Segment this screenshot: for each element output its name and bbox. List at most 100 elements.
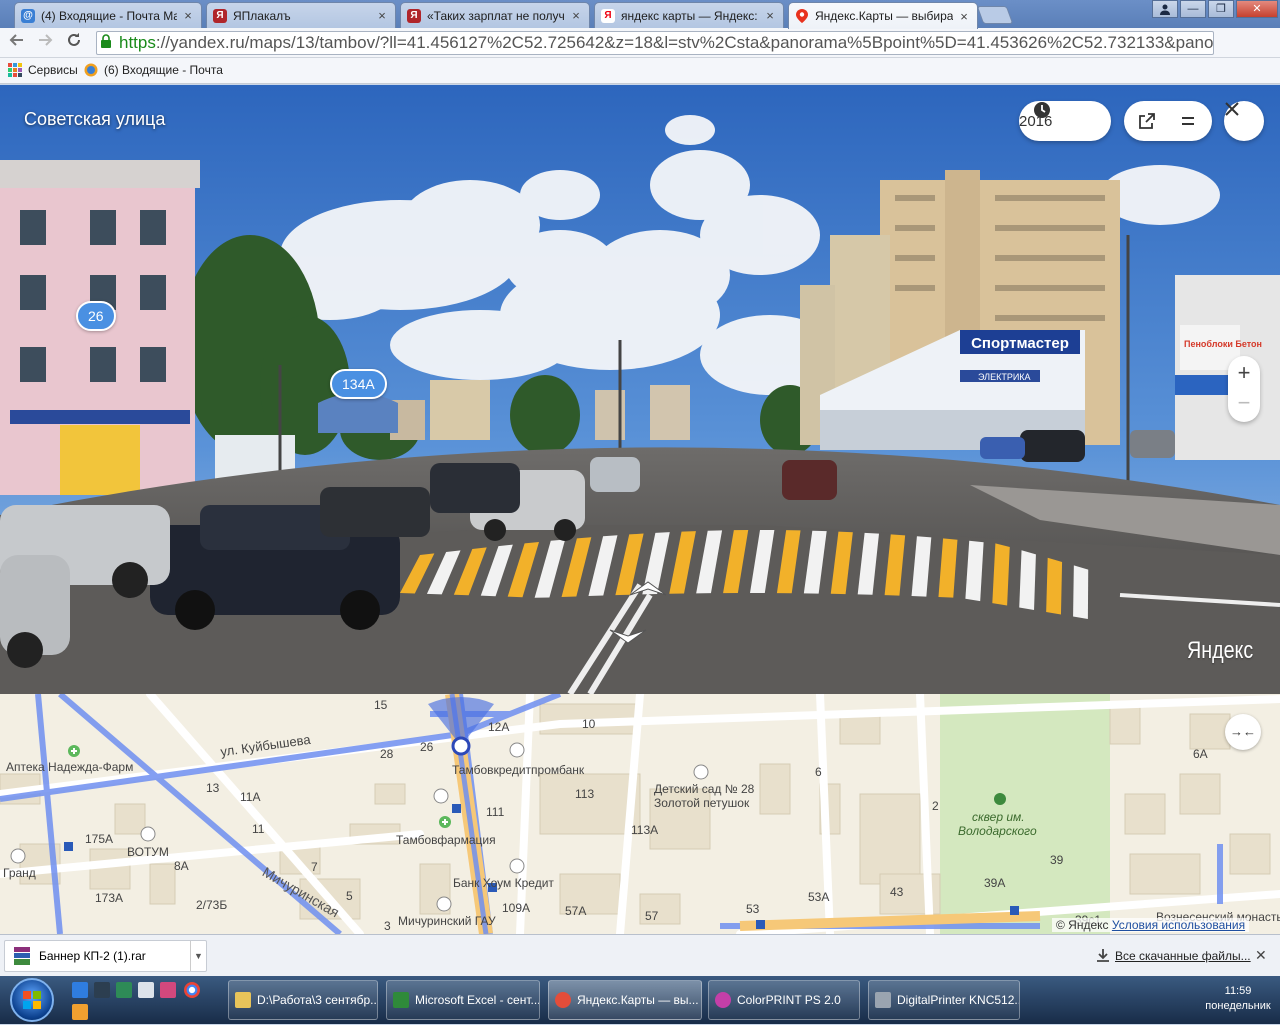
show-all-downloads-link[interactable]: Все скачанные файлы...	[1115, 949, 1251, 963]
tab-mail[interactable]: @ (4) Входящие - Почта Mail.Ru ×	[14, 2, 202, 28]
address-bar[interactable]: https://yandex.ru/maps/13/tambov/?ll=41.…	[96, 31, 1214, 55]
clock-icon	[1034, 102, 1050, 118]
system-clock[interactable]: 11:59 понедельник	[1200, 984, 1276, 1014]
collapse-map-button[interactable]: →←	[1225, 714, 1261, 750]
ie-icon[interactable]	[72, 982, 88, 998]
close-icon[interactable]: ×	[569, 8, 583, 23]
browser-tabstrip: @ (4) Входящие - Почта Mail.Ru × Я ЯПлак…	[0, 0, 1280, 29]
minimize-button[interactable]: —	[1180, 0, 1206, 18]
chrome-icon[interactable]	[184, 982, 200, 998]
year-selector-button[interactable]: 2016	[1019, 101, 1111, 141]
explorer-icon[interactable]	[94, 982, 110, 998]
park-label: Володарского	[958, 824, 1037, 838]
house-number: 15	[374, 698, 388, 712]
download-shelf: Баннер КП-2 (1).rar ▼ Все скачанные файл…	[0, 934, 1280, 976]
new-tab-button[interactable]	[976, 6, 1014, 24]
windows-logo-icon	[23, 991, 41, 1009]
close-panorama-button[interactable]	[1224, 101, 1264, 141]
shop-sign: Пеноблоки Бетон	[1184, 339, 1262, 349]
house-number: 43	[890, 885, 904, 899]
close-download-shelf-button[interactable]: ✕	[1255, 947, 1267, 964]
panorama-position-marker[interactable]	[451, 736, 471, 756]
zoom-out-button[interactable]: −	[1228, 389, 1260, 422]
tab-yandex-search[interactable]: Я яндекс карты — Яндекс: на ×	[594, 2, 784, 28]
street-panorama[interactable]: Спортмастер ЭЛЕКТРИКА Пеноблоки Бетон Со…	[0, 85, 1280, 694]
tab-label: «Таких зарплат не получают	[427, 8, 565, 23]
yandex-watermark: Яндекс	[1187, 637, 1254, 664]
bookmark-mail[interactable]: (6) Входящие - Почта	[84, 63, 223, 77]
panorama-controls	[1124, 101, 1212, 141]
house-number: 6	[815, 765, 822, 779]
url-scheme: https	[119, 33, 156, 52]
zoom-controls: + −	[1228, 356, 1260, 422]
terms-link[interactable]: Условия использования	[1112, 918, 1245, 932]
download-filename: Баннер КП-2 (1).rar	[39, 949, 146, 963]
excel-icon	[393, 992, 409, 1008]
house-number: 11А	[240, 790, 261, 804]
house-number: 111	[486, 805, 505, 819]
browser-toolbar: https://yandex.ru/maps/13/tambov/?ll=41.…	[0, 28, 1280, 77]
tab-article[interactable]: Я «Таких зарплат не получают ×	[400, 2, 590, 28]
reload-button[interactable]	[63, 32, 85, 54]
taskbar-button-colorprint[interactable]: ColorPRINT PS 2.0	[708, 980, 860, 1020]
poi-label: Банк Хоум Кредит	[453, 876, 554, 890]
taskbar-button-explorer[interactable]: D:\Работа\3 сентябр...	[228, 980, 378, 1020]
forward-button[interactable]	[34, 32, 56, 54]
close-icon[interactable]: ×	[181, 8, 195, 23]
taskbar-button-chrome[interactable]: Яндекс.Карты — вы...	[548, 980, 702, 1020]
download-item[interactable]: Баннер КП-2 (1).rar ▼	[4, 940, 207, 972]
house-number: 39	[1050, 853, 1064, 867]
chevron-down-icon[interactable]: ▼	[190, 941, 206, 971]
app-64-icon[interactable]	[116, 982, 132, 998]
start-button[interactable]	[10, 978, 54, 1022]
sportmaster-sign: Спортмастер	[971, 335, 1069, 352]
maximize-button[interactable]: ❐	[1208, 0, 1234, 18]
tab-label: (4) Входящие - Почта Mail.Ru	[41, 8, 177, 23]
house-number: 6А	[1193, 747, 1208, 761]
house-number: 28	[380, 747, 394, 761]
app-icon[interactable]	[138, 982, 154, 998]
bookmark-label: Сервисы	[28, 63, 78, 77]
taskbar-label: ColorPRINT PS 2.0	[737, 993, 841, 1007]
map-canvas[interactable]	[0, 694, 1280, 934]
map-copyright: © Яндекс Условия использования	[1052, 918, 1250, 932]
bookmark-services[interactable]: Сервисы	[8, 63, 78, 77]
taskbar-button-excel[interactable]: Microsoft Excel - сент...	[386, 980, 540, 1020]
mini-map[interactable]: ул. Куйбышева Мичуринская Аптека Надежда…	[0, 694, 1280, 934]
close-icon[interactable]: ×	[375, 8, 389, 23]
poi-label: Детский сад № 28	[654, 782, 755, 796]
tab-label: яндекс карты — Яндекс: на	[621, 8, 759, 23]
tab-yandex-maps[interactable]: Яндекс.Карты — выбирайте ×	[788, 2, 978, 29]
close-icon[interactable]: ×	[763, 8, 777, 23]
tab-yaplakal[interactable]: Я ЯПлакалъ ×	[206, 2, 396, 28]
zoom-in-button[interactable]: +	[1228, 356, 1260, 389]
profile-icon[interactable]	[1152, 0, 1178, 18]
house-number: 113	[575, 787, 595, 801]
house-number: 53	[746, 902, 760, 916]
yaplakal-icon: Я	[407, 8, 421, 23]
rar-archive-icon	[14, 947, 30, 965]
house-number: 13	[206, 781, 220, 795]
panorama-image[interactable]: Спортмастер ЭЛЕКТРИКА Пеноблоки Бетон	[0, 85, 1280, 694]
poi-label: Мичуринский ГАУ	[398, 914, 496, 928]
street-name: Советская улица	[24, 109, 166, 129]
equals-menu-icon[interactable]	[1180, 113, 1196, 129]
folder-icon	[235, 992, 251, 1008]
back-button[interactable]	[6, 32, 28, 54]
house-badge[interactable]: 134А	[330, 369, 387, 399]
taskbar-button-digitalprinter[interactable]: DigitalPrinter KNC512...	[868, 980, 1020, 1020]
printer-app-icon	[875, 992, 891, 1008]
media-player-icon[interactable]	[72, 1004, 88, 1020]
close-window-button[interactable]: ✕	[1236, 0, 1278, 18]
crosswalk-stripe	[1073, 565, 1089, 619]
chrome-icon	[555, 992, 571, 1008]
colorprint-icon[interactable]	[160, 982, 176, 998]
crosswalk-stripe	[1019, 550, 1036, 610]
close-icon	[1225, 102, 1239, 116]
house-number: 109А	[502, 901, 531, 915]
external-link-icon[interactable]	[1138, 112, 1156, 130]
close-icon[interactable]: ×	[957, 9, 971, 24]
house-number: 2/73Б	[196, 898, 228, 912]
taskbar-label: Яндекс.Карты — вы...	[577, 993, 699, 1007]
house-badge[interactable]: 26	[76, 301, 116, 331]
